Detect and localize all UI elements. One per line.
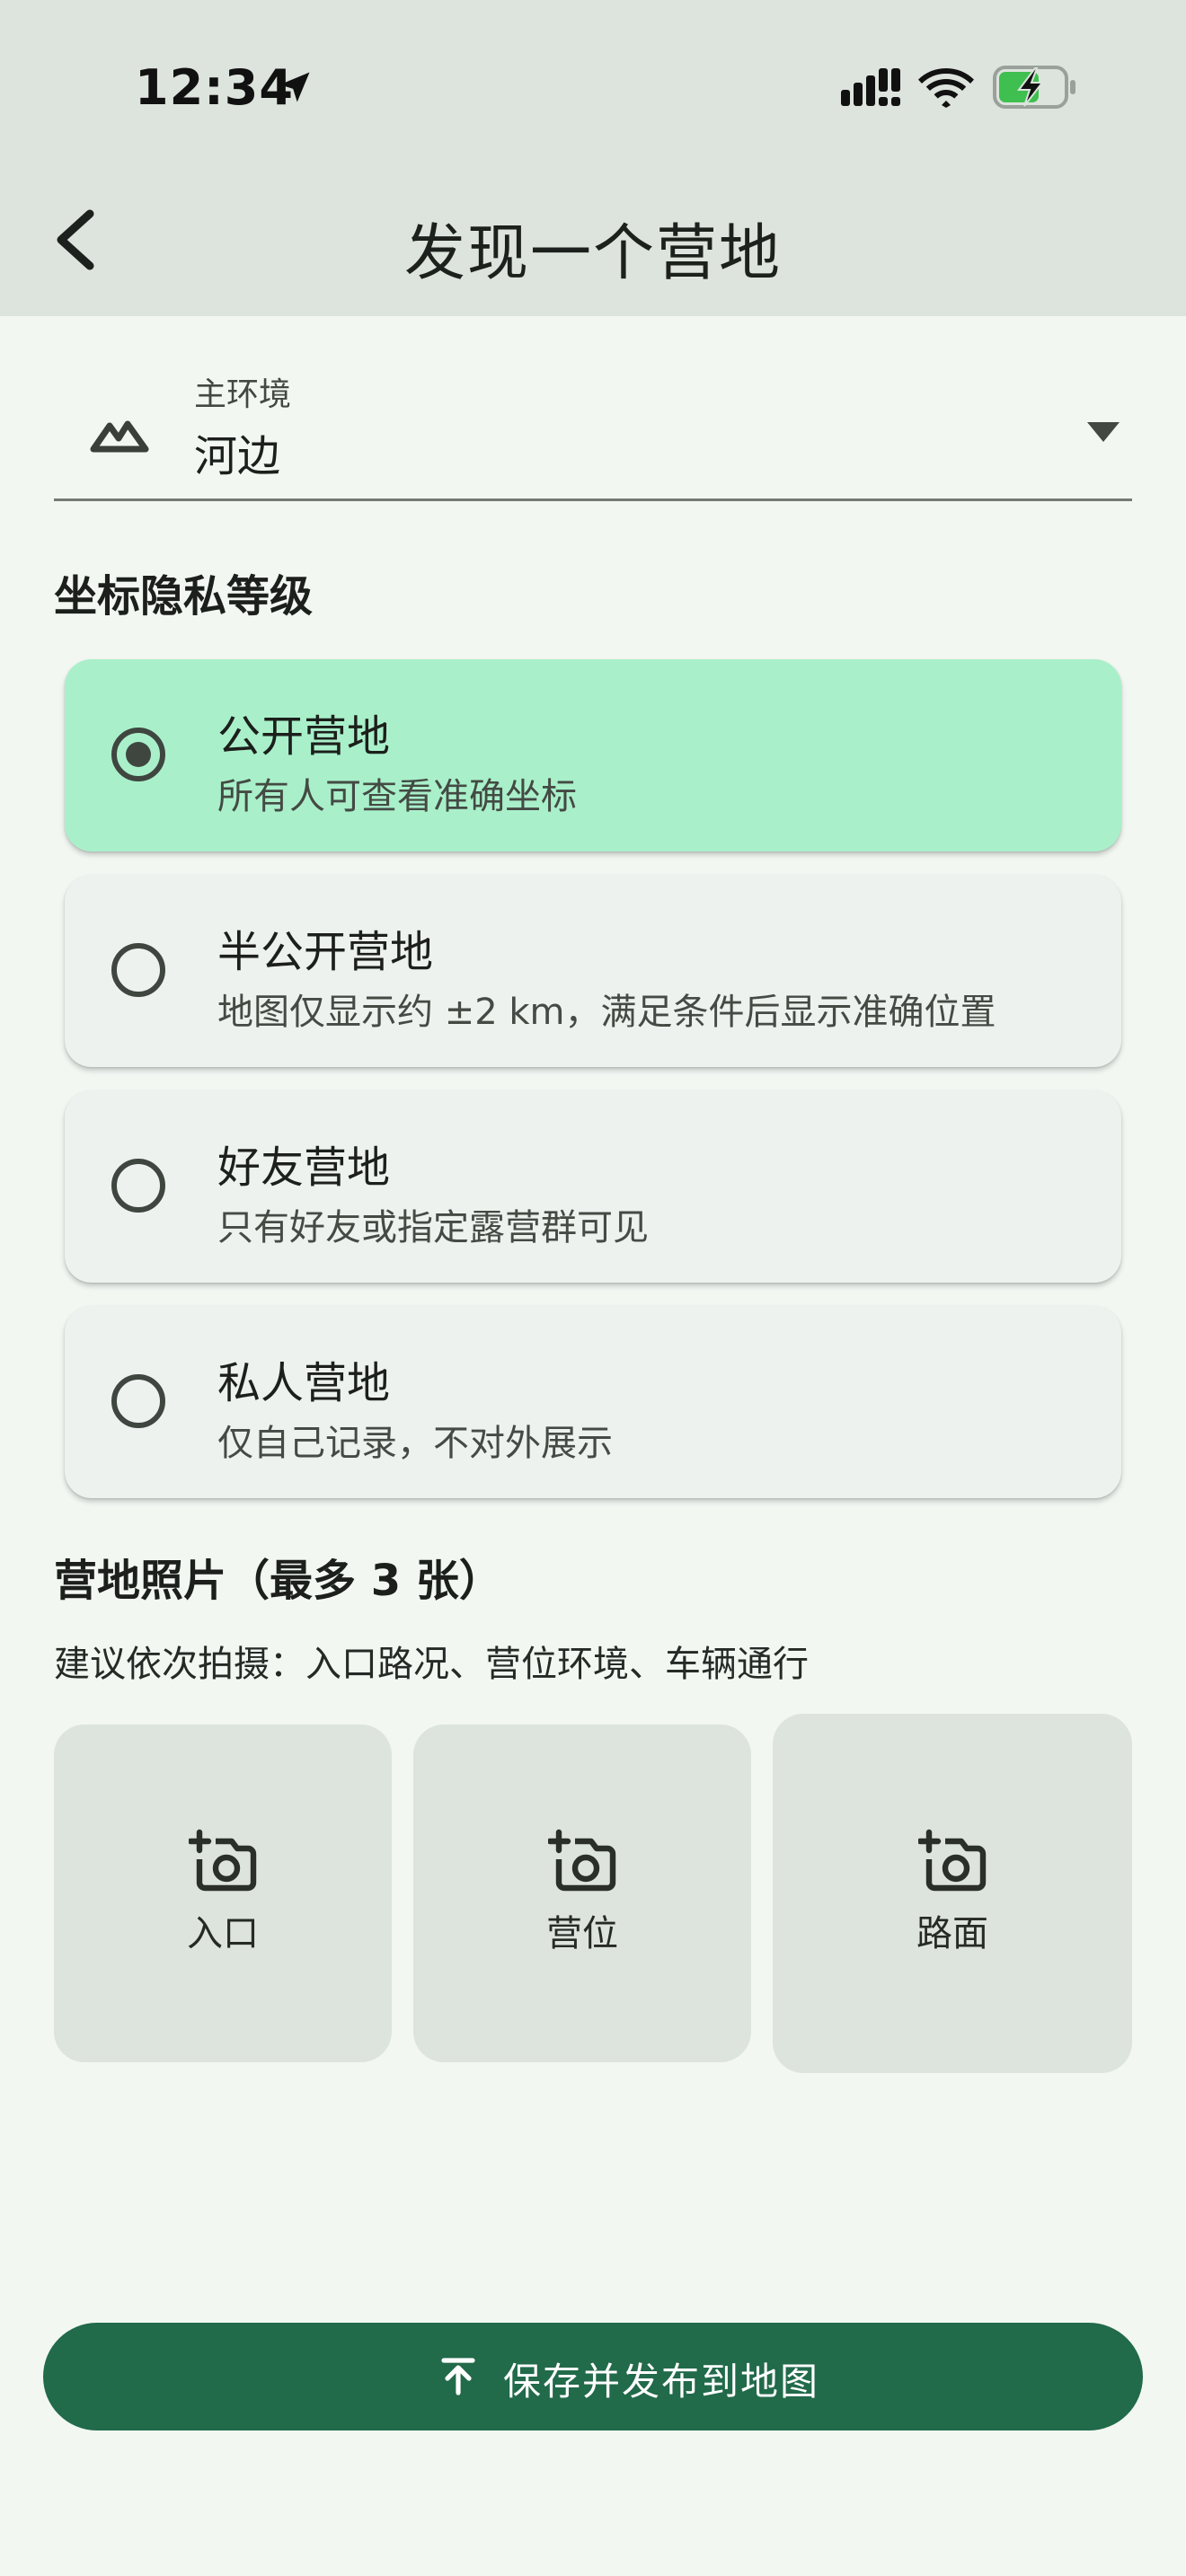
photo-tile-road[interactable]: 路面 [773,1714,1132,2073]
photos-section-title: 营地照片（最多 3 张） [54,1556,502,1606]
location-arrow-icon [279,72,310,102]
terrain-icon [90,420,149,453]
option-title: 半公开营地 [217,927,434,977]
option-description: 只有好友或指定露营群可见 [217,1207,649,1248]
option-description: 所有人可查看准确坐标 [217,776,577,817]
radio-button[interactable] [111,1159,165,1213]
radio-button-selected[interactable] [111,728,165,781]
photo-tile-campsite[interactable]: 营位 [413,1725,751,2062]
privacy-option-private[interactable]: 私人营地 仅自己记录，不对外展示 [65,1306,1121,1498]
add-photo-icon [189,1829,257,1892]
add-photo-icon [918,1829,987,1892]
publish-icon [441,2358,475,2395]
radio-button[interactable] [111,1374,165,1428]
privacy-option-public[interactable]: 公开营地 所有人可查看准确坐标 [65,659,1121,851]
privacy-option-friends[interactable]: 好友营地 只有好友或指定露营群可见 [65,1090,1121,1283]
page-title: 发现一个营地 [403,218,782,289]
option-description: 仅自己记录，不对外展示 [217,1423,613,1464]
photo-tile-entrance[interactable]: 入口 [54,1725,392,2062]
photos-hint: 建议依次拍摄：入口路况、营位环境、车辆通行 [54,1644,809,1685]
environment-dropdown[interactable]: 主环境 河边 [54,352,1132,501]
privacy-option-semi-public[interactable]: 半公开营地 地图仅显示约 ±2 km，满足条件后显示准确位置 [65,875,1121,1067]
environment-label: 主环境 [194,376,292,413]
radio-button[interactable] [111,943,165,997]
option-title: 好友营地 [217,1142,391,1193]
top-app-bar: 12:34 发现一个营地 [0,0,1186,316]
option-title: 私人营地 [217,1358,391,1408]
status-time: 12:34 [135,59,294,116]
photo-tile-label: 入口 [187,1913,259,1954]
environment-value: 河边 [194,431,281,481]
option-title: 公开营地 [217,711,391,762]
photo-tile-label: 路面 [916,1913,988,1954]
add-photo-icon [548,1829,616,1892]
option-description: 地图仅显示约 ±2 km，满足条件后显示准确位置 [217,992,996,1033]
privacy-section-title: 坐标隐私等级 [54,571,314,622]
photo-tile-label: 营位 [546,1913,618,1954]
dropdown-arrow-icon[interactable] [1085,420,1121,444]
save-publish-button[interactable]: 保存并发布到地图 [43,2323,1143,2430]
battery-charging-icon [993,66,1075,109]
save-button-label: 保存并发布到地图 [503,2360,820,2404]
wifi-icon [918,68,974,108]
cellular-signal-icon [841,68,900,106]
